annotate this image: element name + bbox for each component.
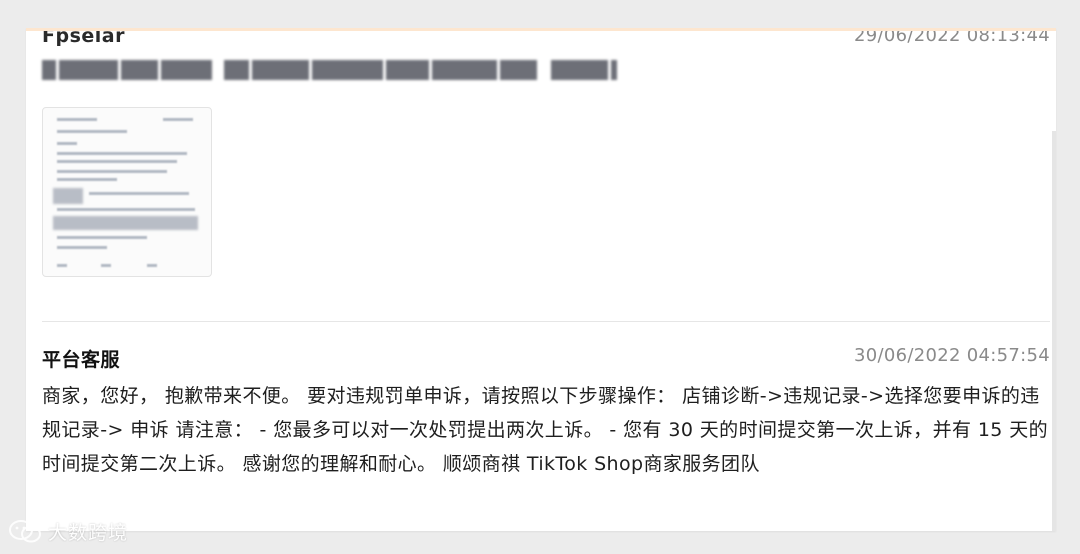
message-timestamp: 30/06/2022 04:57:54: [853, 345, 1050, 366]
scrollbar[interactable]: [1052, 131, 1056, 531]
attachment-thumbnail[interactable]: [42, 107, 212, 277]
message-sender: Fpselar: [42, 28, 125, 47]
watermark: 大数跨境: [8, 518, 128, 545]
wechat-logo-icon: [9, 519, 41, 542]
message-body: 商家，您好， 抱歉带来不便。 要对违规罚单申诉，请按照以下步骤操作： 店铺诊断-…: [42, 385, 1049, 475]
watermark-text: 大数跨境: [48, 522, 129, 544]
screenshot-frame: Fpselar 29/06/2022 08:13:44 平台客服 30/06/2…: [0, 0, 1080, 554]
message-timestamp: 29/06/2022 08:13:44: [853, 28, 1050, 46]
message-divider: [42, 321, 1050, 322]
message-sender: 平台客服: [42, 349, 121, 371]
redacted-message-text: [42, 57, 618, 83]
conversation-panel: Fpselar 29/06/2022 08:13:44 平台客服 30/06/2…: [26, 28, 1056, 531]
